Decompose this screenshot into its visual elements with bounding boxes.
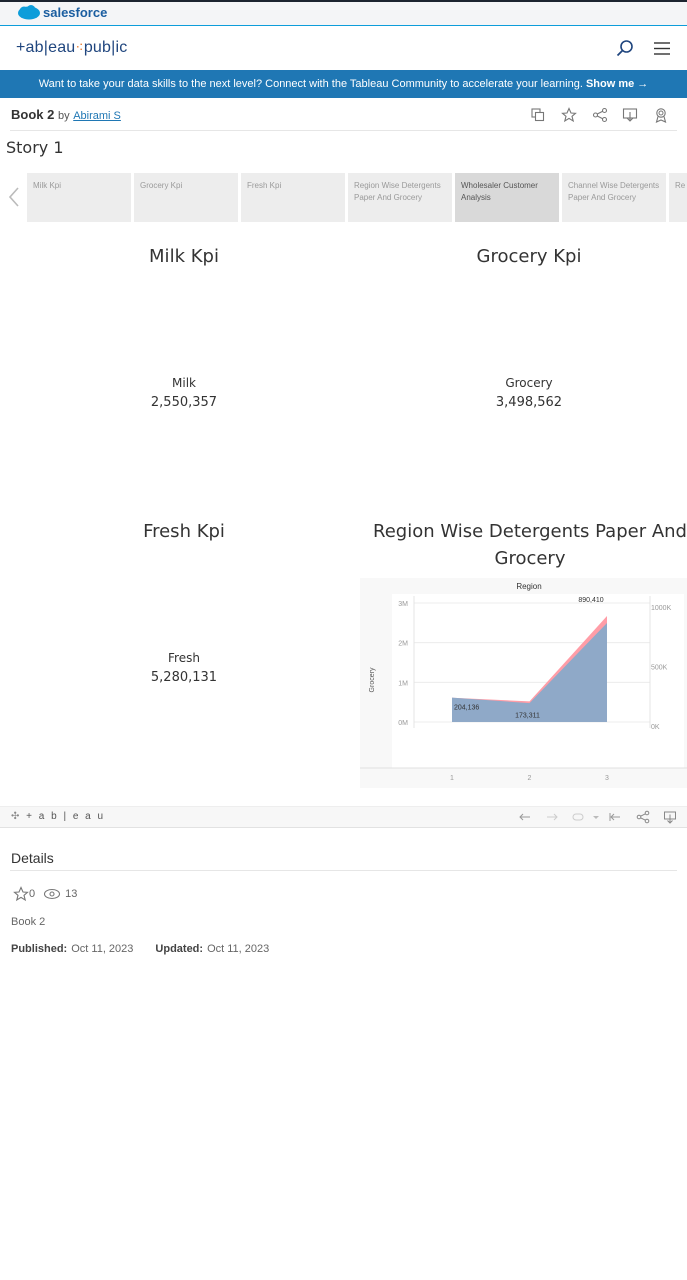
author-link[interactable]: Abirami S [73,110,121,122]
story-tab-milk-kpi[interactable]: Milk Kpi [27,173,131,222]
y-tick-label: 1M [398,680,408,687]
y-axis-label: Grocery [369,667,376,692]
workbook-title-area: Book 2 by Abirami S [11,107,121,122]
logo-public: pub|ic [83,39,128,56]
site-header: +ab|eau⁖pub|ic [0,26,687,70]
x-tick-label: 2 [528,775,532,782]
tableau-star-icon: ✣ [11,811,22,822]
fresh-kpi-title: Fresh Kpi [143,521,225,542]
menu-icon[interactable] [651,38,673,60]
data-label: 173,311 [515,712,540,719]
x-tick-label: 1 [450,775,454,782]
divider [10,870,677,871]
details-heading: Details [11,850,54,866]
grocery-kpi-label: Grocery [505,376,553,390]
favorite-star-icon[interactable] [561,107,577,123]
chart-title: Region Wise Detergents Paper And Grocery [373,521,687,569]
workbook-by: by [57,110,70,122]
publish-info: Published: Oct 11, 2023 Updated: Oct 11, 20… [11,943,269,955]
workbook-name: Book 2 [11,916,46,928]
salesforce-logo[interactable]: salesforce [17,5,107,20]
eye-icon [44,888,61,900]
story-tab-fresh-kpi[interactable]: Fresh Kpi [241,173,345,222]
views-count: 13 [65,888,78,900]
published-label: Published: [11,943,68,955]
chart-panel [392,594,684,768]
download-icon[interactable] [622,107,638,123]
divider [10,130,677,131]
y-tick-label: 3M [398,601,408,608]
fresh-kpi-value: 5,280,131 [150,670,218,685]
tableau-logo[interactable]: ✣ + a b | e a u [11,811,105,822]
logo-dots-icon: ⁖ [75,39,84,55]
x-tick-label: 3 [605,775,609,782]
tableau-public-logo[interactable]: +ab|eau⁖pub|ic [16,39,127,57]
undo-icon[interactable] [518,810,532,824]
story-point-tabs: Milk Kpi Grocery Kpi Fresh Kpi Region Wi… [27,173,687,222]
star-icon[interactable] [13,886,29,902]
salesforce-cloud-icon [18,5,40,20]
banner-show-me-link[interactable]: Show me → [586,78,648,90]
search-icon[interactable] [614,38,636,60]
updated-label: Updated: [155,943,204,955]
y2-tick-label: 500K [651,665,668,672]
milk-kpi-value: 2,550,357 [150,395,218,410]
reset-icon[interactable] [608,810,622,824]
data-label: 204,136 [454,705,479,712]
y2-tick-label: 1000K [651,605,672,612]
badge-icon[interactable] [653,107,669,123]
milk-kpi-label: Milk [172,376,196,390]
redo-icon[interactable] [545,810,559,824]
copy-icon[interactable] [530,107,546,123]
story-tab-region-wise[interactable]: Region Wise Detergents Paper And Grocery [348,173,452,222]
grocery-kpi-value: 3,498,562 [495,395,563,410]
download-icon[interactable] [663,810,677,824]
salesforce-bar: salesforce [0,0,687,26]
viz-toolbar: ✣ + a b | e a u [0,806,687,828]
published-date: Oct 11, 2023 [71,943,134,955]
promo-banner: Want to take your data skills to the nex… [0,70,687,98]
logo-tableau: +ab|eau [16,39,76,56]
workbook-stats: 0 13 [13,886,85,902]
favorites-count: 0 [29,888,36,900]
story-title: Story 1 [6,138,64,157]
story-tab-grocery-kpi[interactable]: Grocery Kpi [134,173,238,222]
milk-kpi-title: Milk Kpi [149,246,219,267]
y-tick-label: 0M [398,720,408,727]
story-tab-wholesaler[interactable]: Wholesaler Customer Analysis [455,173,559,222]
chart-header: Region [516,582,541,591]
chevron-left-icon[interactable] [6,186,22,208]
tableau-logo-text: + a b | e a u [26,811,106,822]
region-area-chart[interactable]: Region 0M 1M 2M 3M 0K 500K 1000K Grocery 204,136 1… [360,578,687,788]
banner-text: Want to take your data skills to the nex… [38,78,583,90]
share-icon[interactable] [592,107,608,123]
workbook-title: Book 2 [11,107,55,122]
revert-icon[interactable] [571,810,585,824]
data-label: 890,410 [578,597,603,604]
story-tab-more[interactable]: Re [669,173,687,222]
story-tab-channel-wise[interactable]: Channel Wise Detergents Paper And Grocer… [562,173,666,222]
salesforce-wordmark: salesforce [43,5,108,20]
y-tick-label: 2M [398,641,408,648]
grocery-kpi-title: Grocery Kpi [476,246,582,267]
workbook-bar: Book 2 by Abirami S [0,101,687,129]
chevron-down-icon[interactable] [589,810,603,824]
share-icon[interactable] [636,810,650,824]
y2-tick-label: 0K [651,724,660,731]
fresh-kpi-label: Fresh [168,651,200,665]
updated-date: Oct 11, 2023 [207,943,270,955]
